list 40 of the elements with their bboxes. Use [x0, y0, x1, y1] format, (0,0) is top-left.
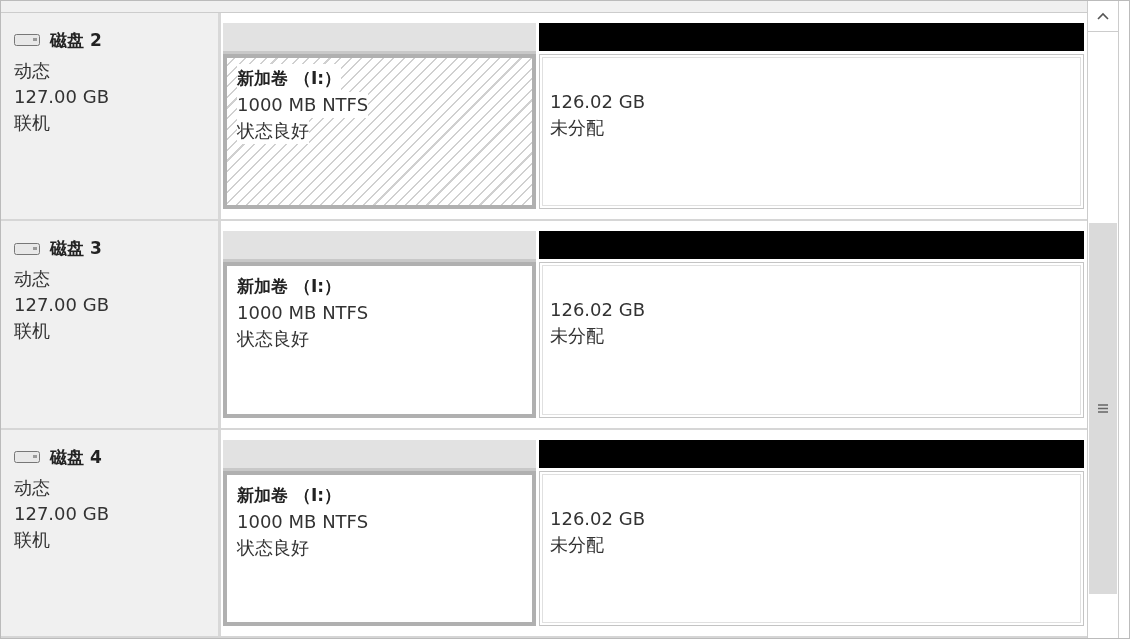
disk-size: 127.00 GB	[14, 293, 110, 318]
volume-status: 状态良好	[237, 535, 309, 560]
disk-size: 127.00 GB	[14, 501, 110, 526]
disk-type: 动态	[14, 267, 51, 292]
unallocated-partition[interactable]: 126.02 GB 未分配	[539, 262, 1085, 418]
disk-drive-icon	[14, 34, 40, 47]
volume-status: 状态良好	[237, 117, 309, 144]
volume-size: 1000 MB NTFS	[237, 509, 369, 534]
unallocated-size: 126.02 GB	[550, 298, 645, 323]
unallocated-partition[interactable]: 126.02 GB 未分配	[539, 53, 1085, 210]
disk-name: 磁盘 4	[50, 445, 102, 469]
chevron-up-icon	[1097, 12, 1109, 20]
scrollbar-thumb[interactable]	[1089, 223, 1117, 594]
unallocated-status: 未分配	[550, 324, 604, 349]
volume-partition[interactable]: 新加卷 （I:） 1000 MB NTFS 状态良好	[223, 262, 536, 418]
disk-status: 联机	[14, 527, 51, 552]
volume-size: 1000 MB NTFS	[237, 301, 369, 326]
unallocated-partition[interactable]: 126.02 GB 未分配	[539, 470, 1085, 626]
disk-name: 磁盘 3	[50, 237, 102, 261]
unallocated-status: 未分配	[550, 115, 604, 140]
disk-name: 磁盘 2	[50, 28, 102, 52]
disk-type: 动态	[14, 58, 51, 83]
unallocated-status: 未分配	[550, 532, 604, 557]
volume-status: 状态良好	[237, 327, 309, 352]
volume-name: 新加卷 （I:）	[237, 483, 343, 507]
disk-size: 127.00 GB	[14, 84, 110, 109]
volume-name: 新加卷 （I:）	[237, 63, 342, 92]
disk-drive-icon	[14, 451, 40, 464]
volume-partition[interactable]: 新加卷 （I:） 1000 MB NTFS 状态良好	[223, 53, 536, 210]
grip-icon	[1098, 404, 1108, 413]
disk-status: 联机	[14, 110, 51, 135]
unallocated-size: 126.02 GB	[550, 506, 645, 531]
volume-name: 新加卷 （I:）	[237, 275, 343, 299]
disk-drive-icon	[14, 242, 40, 255]
disk-status: 联机	[14, 319, 51, 344]
volume-size: 1000 MB NTFS	[237, 91, 369, 118]
disk-type: 动态	[14, 475, 51, 500]
unallocated-size: 126.02 GB	[550, 89, 645, 114]
vertical-scrollbar[interactable]	[1087, 1, 1119, 638]
volume-partition[interactable]: 新加卷 （I:） 1000 MB NTFS 状态良好	[223, 470, 536, 626]
